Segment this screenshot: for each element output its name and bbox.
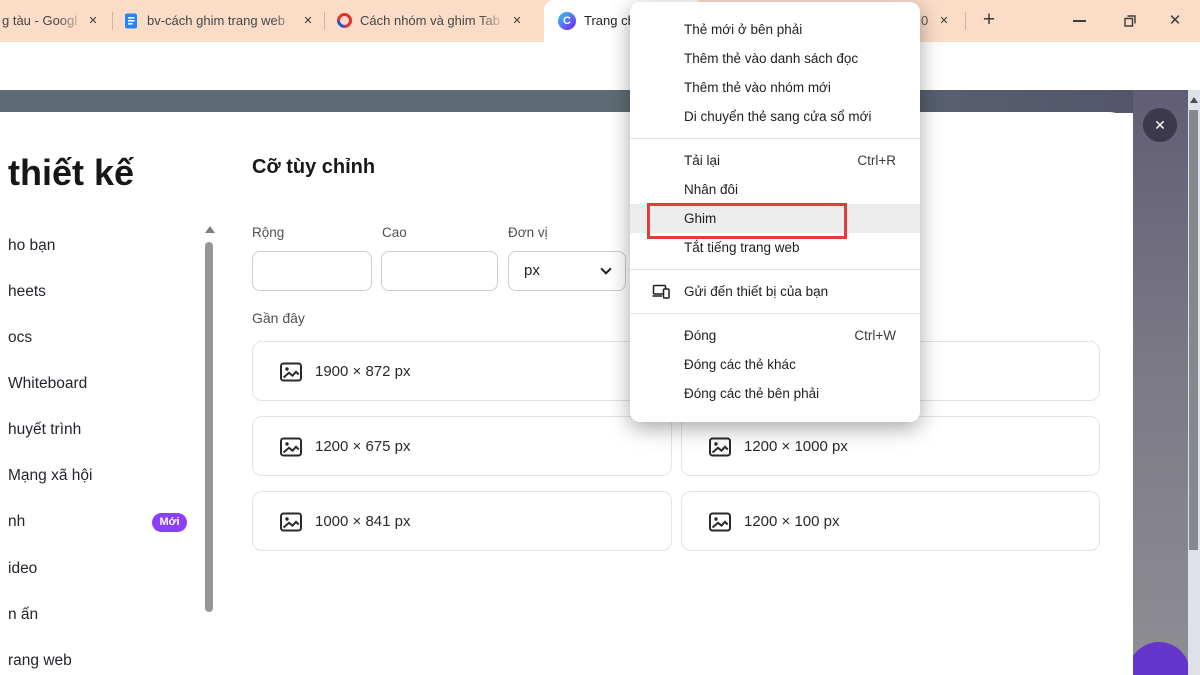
menu-separator [630, 269, 920, 270]
tab-cach-nhom-ghim[interactable]: Cách nhóm và ghim Tab [360, 0, 506, 42]
height-input[interactable] [381, 251, 498, 291]
dialog-heading: thiết kế [8, 152, 134, 194]
menu-item-move-new-window[interactable]: Di chuyển thẻ sang cửa sổ mới [630, 102, 920, 131]
image-icon [279, 360, 303, 384]
tab-google[interactable]: g tàu - Googl [2, 0, 84, 42]
tab-title-fade [480, 0, 506, 42]
tab-separator [112, 12, 113, 30]
sidebar-item-anh[interactable]: nh [8, 510, 25, 534]
size-text: 1900 × 872 px [315, 342, 411, 402]
size-text: 1200 × 675 px [315, 417, 411, 477]
tab-separator [324, 12, 325, 30]
address-toolbar: canva.com ☆ H ⋮ [0, 42, 1200, 90]
sidebar-item-video[interactable]: ideo [8, 557, 37, 581]
page-content: thiết kế ho bạn heets ocs Whiteboard huy… [0, 90, 1200, 675]
dialog-close-button[interactable]: ✕ [1143, 108, 1177, 142]
scrollbar-thumb[interactable] [1189, 110, 1198, 550]
height-label: Cao [382, 225, 407, 240]
tab-bv-cach-ghim[interactable]: bv-cách ghim trang web [147, 0, 299, 42]
recent-size-card[interactable]: 1000 × 841 px [252, 491, 672, 551]
recent-size-card[interactable]: 1200 × 675 px [252, 416, 672, 476]
scrollbar-up-arrow[interactable] [1190, 97, 1198, 103]
create-design-dialog: thiết kế ho bạn heets ocs Whiteboard huy… [0, 112, 1133, 675]
menu-item-add-new-group[interactable]: Thêm thẻ vào nhóm mới [630, 73, 920, 102]
menu-item-reload[interactable]: Tải lại Ctrl+R [630, 146, 920, 175]
width-label: Rộng [252, 225, 284, 240]
recent-label: Gần đây [252, 310, 305, 326]
devices-icon [652, 284, 670, 299]
unit-label: Đơn vị [508, 225, 548, 240]
tab-close-icon[interactable]: ✕ [85, 13, 101, 29]
recent-size-card[interactable]: 1900 × 872 px [252, 341, 672, 401]
restore-button[interactable] [1122, 14, 1137, 29]
browser-window: g tàu - Googl ✕ bv-cách ghim trang web ✕… [0, 0, 1200, 675]
size-text: 1200 × 1000 px [744, 417, 848, 477]
menu-item-add-reading-list[interactable]: Thêm thẻ vào danh sách đọc [630, 44, 920, 73]
tab-close-icon[interactable]: ✕ [300, 13, 316, 29]
custom-size-title: Cỡ tùy chỉnh [252, 156, 375, 179]
sidebar-item-cho-ban[interactable]: ho bạn [8, 234, 55, 258]
menu-separator [630, 138, 920, 139]
sidebar-item-trang-web[interactable]: rang web [8, 649, 72, 673]
menu-item-close-others[interactable]: Đóng các thẻ khác [630, 350, 920, 379]
tab-title-fade [58, 0, 84, 42]
new-badge: Mới [152, 513, 187, 532]
tab-close-icon[interactable]: ✕ [936, 13, 952, 29]
sidebar-item-whiteboard[interactable]: Whiteboard [8, 372, 87, 396]
sidebar-scrollbar-thumb[interactable] [205, 242, 213, 612]
browser-scrollbar[interactable] [1188, 90, 1200, 675]
annotation-highlight-box [647, 203, 847, 239]
image-icon [708, 510, 732, 534]
sidebar-scroll-up-arrow[interactable] [205, 226, 215, 233]
menu-separator [630, 313, 920, 314]
sidebar-item-sheets[interactable]: heets [8, 280, 46, 304]
tab-partial[interactable]: 0 [921, 0, 934, 42]
menu-item-send-to-device[interactable]: Gửi đến thiết bị của bạn [630, 277, 920, 306]
recent-size-card[interactable]: 1200 × 100 px [681, 491, 1100, 551]
unit-value: px [524, 252, 540, 290]
window-close-button[interactable]: ✕ [1165, 11, 1185, 31]
canva-favicon-icon: C [558, 12, 576, 30]
menu-item-new-tab-right[interactable]: Thẻ mới ở bên phải [630, 15, 920, 44]
chevron-down-icon [600, 263, 611, 274]
docs-favicon-icon [123, 13, 139, 29]
size-text: 1200 × 100 px [744, 492, 840, 552]
dimmed-background [1133, 90, 1188, 675]
tab-strip: g tàu - Googl ✕ bv-cách ghim trang web ✕… [0, 0, 1200, 42]
unit-select[interactable]: px [508, 251, 626, 291]
sidebar-item-in-an[interactable]: n ấn [8, 603, 38, 627]
menu-item-close-right[interactable]: Đóng các thẻ bên phải [630, 379, 920, 408]
image-icon [279, 435, 303, 459]
canva-header-strip [0, 90, 1200, 113]
sidebar-item-thuyet-trinh[interactable]: huyết trình [8, 418, 81, 442]
shortcut-text: Ctrl+W [854, 321, 896, 350]
width-input[interactable] [252, 251, 372, 291]
tab-close-icon[interactable]: ✕ [509, 13, 525, 29]
tab-title: Cách nhóm và ghim Tab [360, 13, 500, 28]
menu-item-duplicate[interactable]: Nhân đôi [630, 175, 920, 204]
image-icon [708, 435, 732, 459]
tab-title: bv-cách ghim trang web [147, 13, 285, 28]
tab-context-menu: Thẻ mới ở bên phải Thêm thẻ vào danh sác… [630, 2, 920, 422]
minimize-button[interactable] [1073, 20, 1086, 22]
size-text: 1000 × 841 px [315, 492, 411, 552]
sidebar-item-mang-xa-hoi[interactable]: Mạng xã hội [8, 464, 92, 488]
menu-item-close[interactable]: Đóng Ctrl+W [630, 321, 920, 350]
tab-separator [965, 12, 966, 30]
recent-size-card[interactable]: 1200 × 1000 px [681, 416, 1100, 476]
tab-title-fade [273, 0, 299, 42]
site-favicon-icon [334, 10, 355, 31]
sidebar-item-docs[interactable]: ocs [8, 326, 32, 350]
shortcut-text: Ctrl+R [857, 146, 896, 175]
new-tab-button[interactable]: + [977, 8, 1001, 32]
image-icon [279, 510, 303, 534]
